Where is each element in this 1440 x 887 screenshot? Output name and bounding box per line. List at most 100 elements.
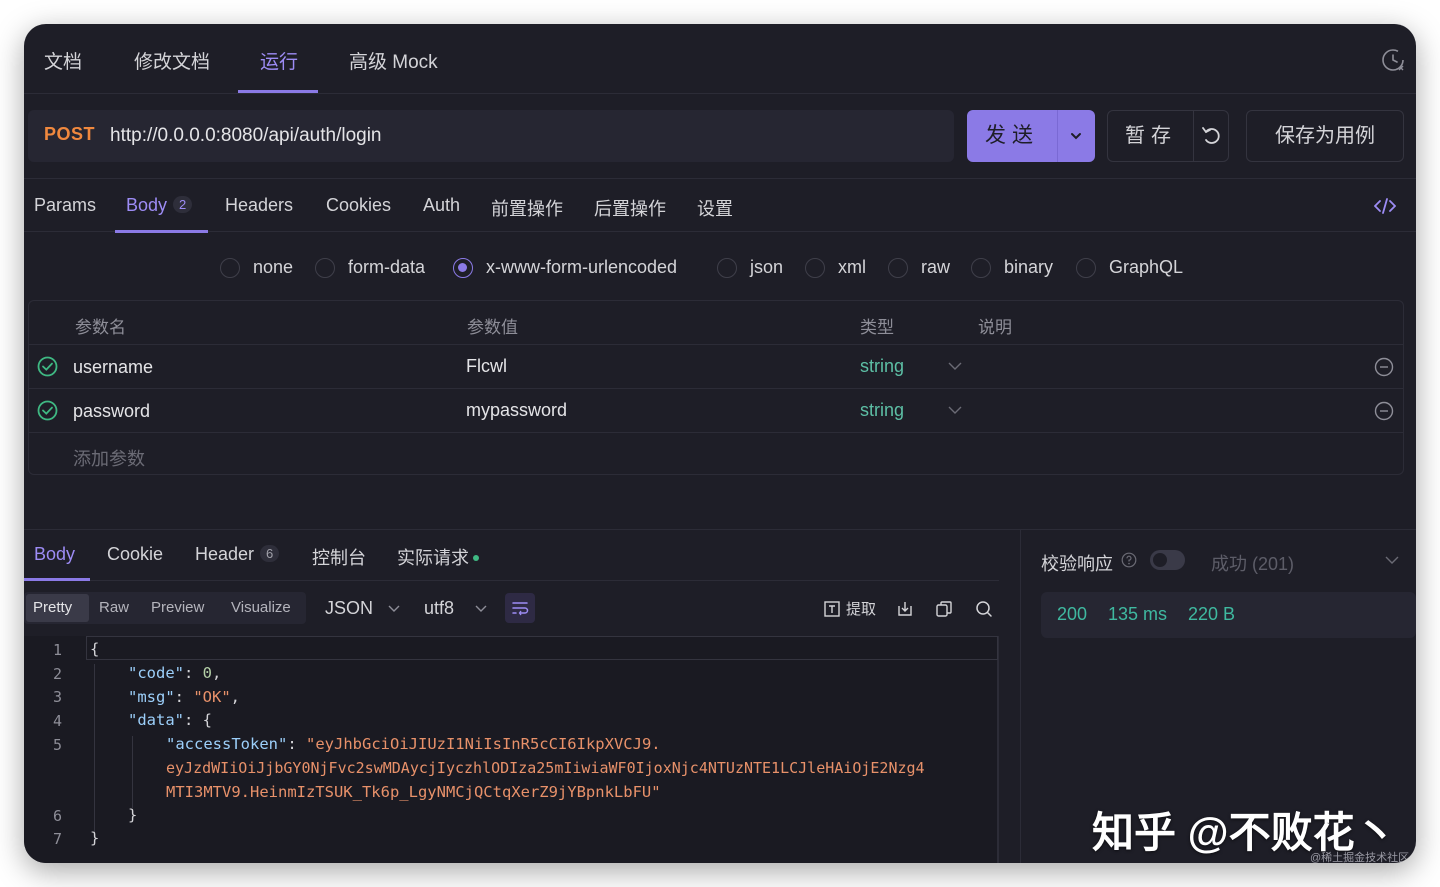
format-select[interactable]: JSON <box>325 598 373 619</box>
param-value[interactable]: Flcwl <box>466 356 507 377</box>
history-icon[interactable] <box>1380 47 1406 73</box>
add-param-placeholder[interactable]: 添加参数 <box>73 445 145 471</box>
url-input[interactable]: http://0.0.0.0:8080/api/auth/login <box>110 125 382 147</box>
col-header-type: 类型 <box>860 318 894 337</box>
chevron-down-icon[interactable] <box>387 602 401 616</box>
save-temp-button[interactable]: 暂存 <box>1108 111 1194 161</box>
table-row: username Flcwl string <box>29 344 1403 388</box>
col-header-value: 参数值 <box>467 318 518 337</box>
tab-pre-operations[interactable]: 前置操作 <box>491 195 563 221</box>
copy-icon[interactable] <box>934 599 954 619</box>
param-name[interactable]: password <box>73 401 150 422</box>
tab-advanced-mock[interactable]: 高级 Mock <box>349 47 438 74</box>
http-method-select[interactable]: POST <box>44 124 95 145</box>
help-icon[interactable] <box>1121 552 1137 568</box>
send-options-chevron-icon[interactable] <box>1057 110 1095 162</box>
chevron-down-icon[interactable] <box>947 357 963 375</box>
download-icon[interactable] <box>895 599 915 619</box>
tab-settings[interactable]: 设置 <box>697 195 733 221</box>
check-circle-icon[interactable] <box>37 400 58 421</box>
view-mode-preview[interactable]: Preview <box>151 599 204 616</box>
param-name[interactable]: username <box>73 357 153 378</box>
json-number: 0 <box>202 664 213 682</box>
response-size: 220 B <box>1188 604 1236 624</box>
body-count-badge: 2 <box>173 196 193 213</box>
view-mode-pretty[interactable]: Pretty <box>33 599 72 616</box>
response-tab-actual-request[interactable]: 实际请求 <box>397 544 479 570</box>
tab-edit-docs[interactable]: 修改文档 <box>134 47 210 74</box>
search-icon[interactable] <box>974 599 994 619</box>
save-as-case-button[interactable]: 保存为用例 <box>1246 110 1404 162</box>
save-temp-group: 暂存 <box>1107 110 1229 162</box>
response-tab-cookie[interactable]: Cookie <box>107 544 163 565</box>
indent-guide <box>94 664 95 832</box>
radio-circle <box>315 258 335 278</box>
panel-divider[interactable] <box>1020 530 1021 863</box>
line-number: 1 <box>52 641 62 659</box>
code-icon[interactable] <box>1374 197 1396 215</box>
send-button-group: 发送 <box>967 110 1095 162</box>
view-mode-visualize[interactable]: Visualize <box>231 599 291 616</box>
code-line: "code": 0, <box>128 664 222 682</box>
url-bar[interactable]: POST http://0.0.0.0:8080/api/auth/login <box>28 110 954 162</box>
chevron-down-icon[interactable] <box>1384 552 1400 568</box>
chevron-down-icon[interactable] <box>947 401 963 419</box>
json-key: "accessToken" <box>166 735 288 753</box>
response-status-bar: 200 135 ms 220 B <box>1041 592 1416 638</box>
send-button[interactable]: 发送 <box>967 110 1057 162</box>
extract-button[interactable]: 提取 <box>846 598 876 619</box>
tab-auth[interactable]: Auth <box>423 195 460 216</box>
word-wrap-button[interactable] <box>505 593 535 623</box>
radio-circle <box>805 258 825 278</box>
param-type-select[interactable]: string <box>860 400 904 421</box>
response-tab-header[interactable]: Header 6 <box>195 544 280 565</box>
tab-docs[interactable]: 文档 <box>44 47 82 74</box>
verify-toggle[interactable] <box>1150 550 1185 570</box>
col-header-name: 参数名 <box>75 318 126 337</box>
section-divider <box>24 529 1416 530</box>
response-tab-header-label: Header <box>195 544 255 564</box>
response-time: 135 ms <box>1108 604 1168 624</box>
json-string: "OK" <box>193 688 231 706</box>
code-line: "accessToken": "eyJhbGciOiJIUzI1NiIsInR5… <box>166 735 661 753</box>
json-string: "eyJhbGciOiJIUzI1NiIsInR5cCI6IkpXVCJ9. <box>306 735 661 753</box>
radio-label: raw <box>921 257 951 277</box>
response-tab-body[interactable]: Body <box>34 544 75 565</box>
app-window: 文档 修改文档 运行 高级 Mock POST http://0.0.0.0:8… <box>24 24 1416 863</box>
code-line-wrapped: eyJzdWIiOiJjbGY0NjFvc2swMDAycjIyczhlODIz… <box>166 759 925 777</box>
encoding-select[interactable]: utf8 <box>424 598 454 619</box>
actual-request-label: 实际请求 <box>397 548 469 568</box>
status-code: 200 <box>1057 604 1088 624</box>
current-line-highlight <box>86 636 998 660</box>
expected-response-select[interactable]: 成功 (201) <box>1211 550 1294 576</box>
tab-cookies[interactable]: Cookies <box>326 195 391 216</box>
params-table: 参数名 参数值 类型 说明 username Flcwl string pass… <box>28 300 1404 475</box>
remove-circle-icon[interactable] <box>1374 401 1394 421</box>
tab-run[interactable]: 运行 <box>260 47 298 74</box>
active-tab-indicator <box>238 90 318 93</box>
view-mode-raw[interactable]: Raw <box>99 599 129 616</box>
tab-params[interactable]: Params <box>34 195 96 216</box>
chevron-down-icon[interactable] <box>474 602 488 616</box>
tab-headers[interactable]: Headers <box>225 195 293 216</box>
request-tab-bar: Params Body 2 Headers Cookies Auth 前置操作 后… <box>24 178 1416 233</box>
code-line: } <box>90 829 100 847</box>
line-number: 2 <box>52 665 62 683</box>
header-count-badge: 6 <box>260 545 280 562</box>
verify-response-label: 校验响应 <box>1041 554 1113 574</box>
active-response-tab-indicator <box>24 578 90 581</box>
indent-guide <box>132 736 133 808</box>
remove-circle-icon[interactable] <box>1374 357 1394 377</box>
check-circle-icon[interactable] <box>37 356 58 377</box>
response-tab-console[interactable]: 控制台 <box>312 544 366 570</box>
json-key: "code" <box>128 664 184 682</box>
param-type-select[interactable]: string <box>860 356 904 377</box>
radio-label: json <box>750 257 784 277</box>
add-param-row[interactable]: 添加参数 <box>29 432 1403 476</box>
response-code-viewer[interactable]: 1 2 3 4 5 6 7 { "code": 0, "msg": "OK", … <box>24 636 999 863</box>
extract-icon[interactable] <box>822 599 842 619</box>
param-value[interactable]: mypassword <box>466 400 567 421</box>
tab-body[interactable]: Body 2 <box>126 195 193 216</box>
reset-icon[interactable] <box>1194 111 1229 161</box>
tab-post-operations[interactable]: 后置操作 <box>594 195 666 221</box>
